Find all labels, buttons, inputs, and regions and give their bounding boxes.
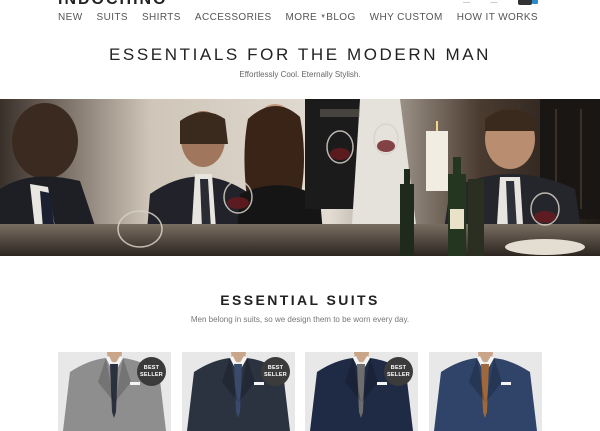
badge-line-1: BEST — [267, 365, 284, 371]
pocket-square — [501, 382, 511, 385]
nav-item-new[interactable]: NEW — [58, 12, 83, 23]
primary-nav: NEW SUITS SHIRTS ACCESSORIES MORE ▼ — [58, 12, 326, 23]
nav-item-why-custom[interactable]: WHY CUSTOM — [370, 12, 443, 23]
nav-item-more-label: MORE — [285, 12, 318, 23]
suit-grid: BEST SELLER BEST SELLER BEST SELLER — [58, 352, 544, 431]
suit-card[interactable]: BEST SELLER — [58, 352, 171, 431]
section-title: ESSENTIAL SUITS — [220, 292, 380, 308]
secondary-nav: BLOG WHY CUSTOM HOW IT WORKS — [326, 12, 538, 23]
badge-line-2: SELLER — [140, 372, 163, 378]
nav-item-how-it-works[interactable]: HOW IT WORKS — [457, 12, 538, 23]
utility-link-faded-2[interactable]: — — [491, 0, 499, 6]
utility-bar: — — — [463, 0, 538, 6]
nav-item-shirts[interactable]: SHIRTS — [142, 12, 181, 23]
hero-subtitle: Effortlessly Cool. Eternally Stylish. — [239, 70, 361, 79]
suit-card[interactable]: BEST SELLER — [305, 352, 418, 431]
best-seller-badge: BEST SELLER — [384, 357, 413, 386]
suit-image — [429, 352, 542, 431]
hero-dinner-scene-image — [0, 99, 600, 256]
nav-item-blog[interactable]: BLOG — [326, 12, 355, 23]
best-seller-badge: BEST SELLER — [261, 357, 290, 386]
pocket-square — [377, 382, 387, 385]
hero-image[interactable] — [0, 99, 600, 256]
suit-card[interactable]: BEST SELLER — [182, 352, 295, 431]
brand-logo[interactable]: INDOCHINO — [58, 0, 168, 9]
badge-line-2: SELLER — [387, 372, 410, 378]
site-header: INDOCHINO — — NEW SUITS SHIRTS ACCESSORI… — [0, 0, 600, 40]
hero-title: ESSENTIALS FOR THE MODERN MAN — [108, 45, 492, 64]
pocket-square — [130, 382, 140, 385]
cart-icon[interactable] — [518, 0, 538, 6]
best-seller-badge: BEST SELLER — [137, 357, 166, 386]
badge-line-1: BEST — [390, 365, 407, 371]
badge-line-1: BEST — [143, 365, 160, 371]
badge-line-2: SELLER — [264, 372, 287, 378]
nav-item-accessories[interactable]: ACCESSORIES — [195, 12, 272, 23]
utility-link-faded[interactable]: — — [463, 0, 471, 6]
nav-item-more[interactable]: MORE ▼ — [286, 12, 327, 23]
suit-card[interactable] — [429, 352, 542, 431]
section-subtitle: Men belong in suits, so we design them t… — [190, 315, 410, 324]
pocket-square — [254, 382, 264, 385]
nav-item-suits[interactable]: SUITS — [97, 12, 128, 23]
